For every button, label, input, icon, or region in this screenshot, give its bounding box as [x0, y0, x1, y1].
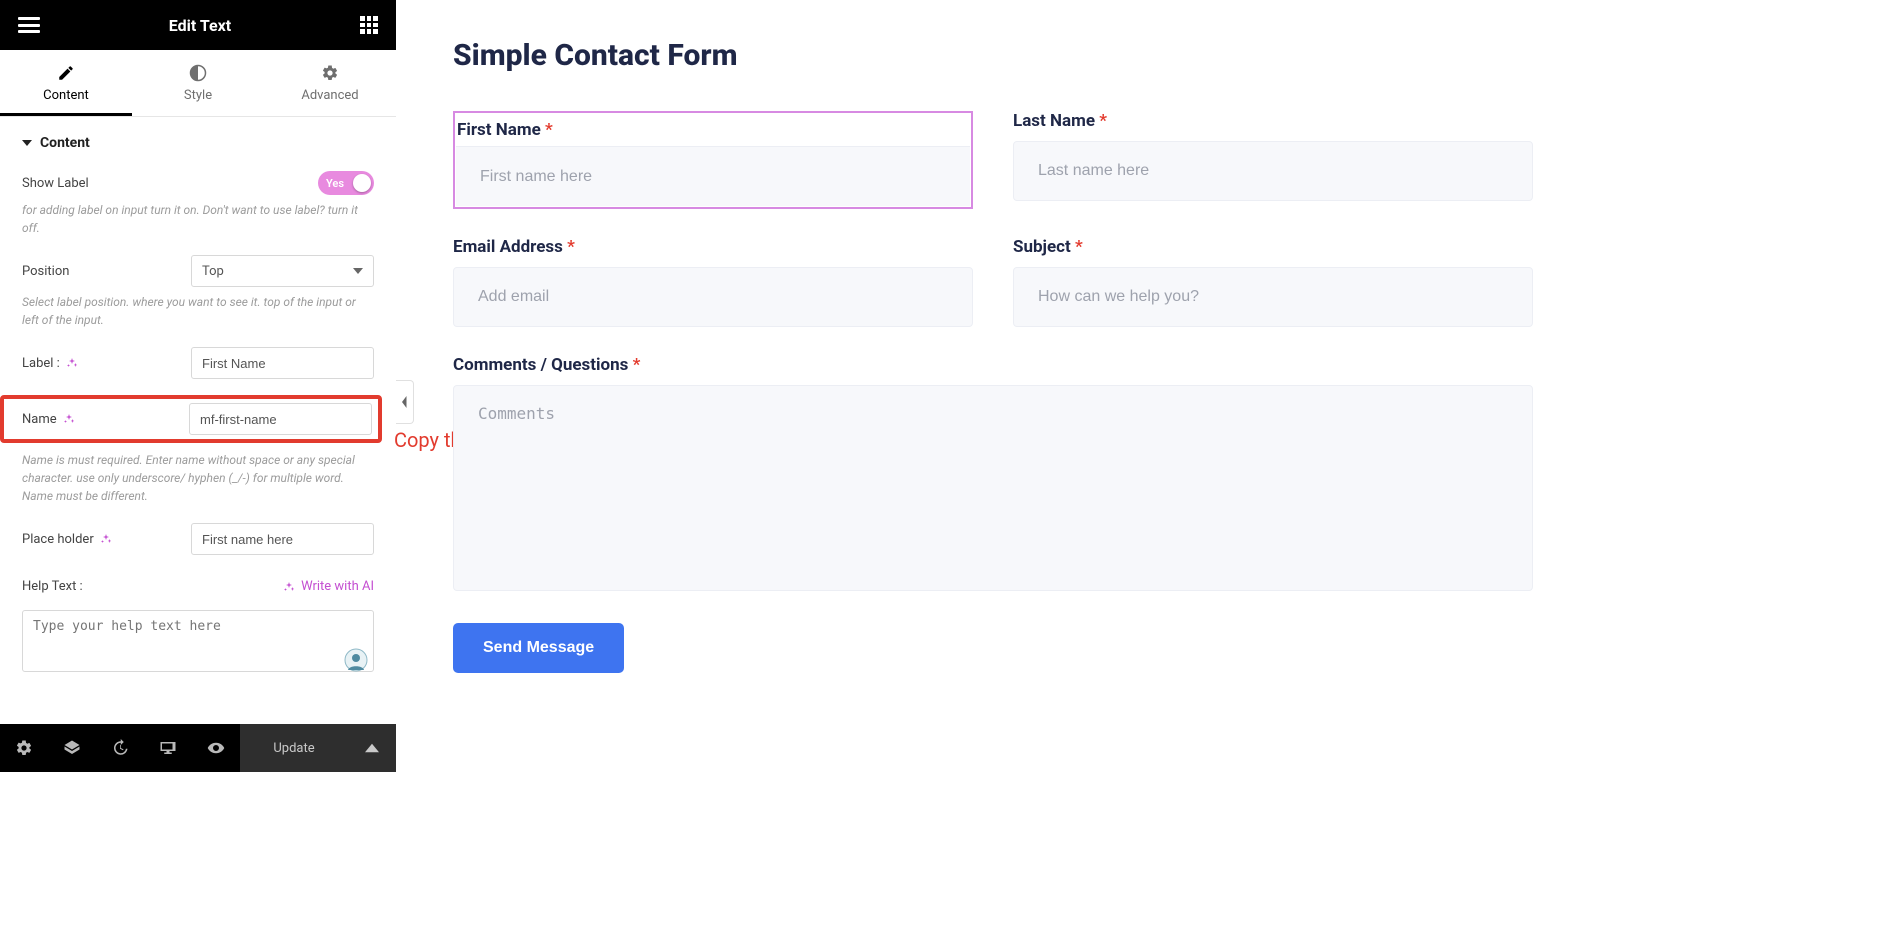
placeholder-field-label: Place holder	[22, 532, 112, 547]
position-label: Position	[22, 264, 69, 279]
footer-preview-button[interactable]	[192, 724, 240, 772]
footer-history-button[interactable]	[96, 724, 144, 772]
label-input[interactable]	[191, 347, 374, 379]
pencil-icon	[57, 64, 75, 82]
editor-footer: Update	[0, 724, 396, 772]
chevron-left-icon	[401, 396, 409, 408]
required-asterisk: *	[567, 237, 575, 257]
required-asterisk: *	[1075, 237, 1083, 257]
switch-yes-label: Yes	[326, 177, 344, 190]
tab-style[interactable]: Style	[132, 50, 264, 116]
required-asterisk: *	[545, 120, 553, 140]
first-name-label: First Name *	[454, 112, 972, 140]
editor-header: Edit Text	[0, 0, 396, 50]
footer-responsive-button[interactable]	[144, 724, 192, 772]
switch-knob	[353, 174, 371, 192]
sparkle-icon	[100, 533, 112, 545]
update-button-label: Update	[273, 741, 314, 756]
email-label: Email Address *	[453, 237, 973, 257]
subject-label: Subject *	[1013, 237, 1533, 257]
field-first-name[interactable]: First Name *	[453, 111, 973, 209]
required-asterisk: *	[1099, 111, 1107, 131]
editor-tabs: Content Style Advanced	[0, 50, 396, 117]
name-input[interactable]	[189, 403, 372, 435]
position-select[interactable]: Top	[191, 255, 374, 287]
comments-label-text: Comments / Questions	[453, 355, 628, 375]
collapse-panel-button[interactable]	[396, 380, 414, 424]
label-field-label-text: Label :	[22, 356, 60, 371]
tab-style-label: Style	[184, 88, 212, 103]
label-field-label: Label :	[22, 356, 78, 371]
submit-button-label: Send Message	[483, 639, 594, 656]
editor-panel: Edit Text Content Style Advanced Content…	[0, 0, 396, 774]
last-name-label-text: Last Name	[1013, 111, 1095, 131]
history-icon	[111, 739, 129, 757]
tab-content-label: Content	[43, 88, 89, 103]
email-label-text: Email Address	[453, 237, 563, 257]
field-last-name[interactable]: Last Name *	[1013, 111, 1533, 209]
last-name-label: Last Name *	[1013, 111, 1533, 131]
helptext-label: Help Text :	[22, 579, 83, 594]
position-help: Select label position. where you want to…	[22, 293, 374, 329]
field-email[interactable]: Email Address *	[453, 237, 973, 327]
tab-advanced-label: Advanced	[301, 88, 358, 103]
contrast-icon	[189, 64, 207, 82]
show-label-help: for adding label on input turn it on. Do…	[22, 201, 374, 237]
submit-button[interactable]: Send Message	[453, 623, 624, 673]
layers-icon	[63, 739, 81, 757]
show-label-switch[interactable]: Yes	[318, 171, 374, 195]
gear-icon	[321, 64, 339, 82]
first-name-label-text: First Name	[457, 120, 541, 140]
eye-icon	[207, 739, 225, 757]
update-button[interactable]: Update	[240, 724, 348, 772]
footer-layers-button[interactable]	[48, 724, 96, 772]
chevron-up-icon	[365, 741, 379, 755]
subject-label-text: Subject	[1013, 237, 1071, 257]
sparkle-icon	[283, 581, 295, 593]
required-asterisk: *	[633, 355, 641, 375]
name-row: Name	[0, 395, 382, 443]
assistant-badge-icon	[344, 648, 368, 672]
field-subject[interactable]: Subject *	[1013, 237, 1533, 327]
name-field-label: Name	[22, 412, 75, 427]
helptext-textarea[interactable]	[22, 610, 374, 672]
preview-canvas: Simple Contact Form First Name * Last Na…	[453, 38, 1533, 673]
section-content-label: Content	[40, 135, 90, 151]
form-title: Simple Contact Form	[453, 38, 1533, 73]
tab-advanced[interactable]: Advanced	[264, 50, 396, 116]
first-name-input[interactable]	[456, 146, 970, 206]
devices-icon	[159, 739, 177, 757]
footer-more-button[interactable]	[348, 724, 396, 772]
last-name-input[interactable]	[1013, 141, 1533, 201]
write-with-ai-label: Write with AI	[301, 579, 374, 594]
sparkle-icon	[63, 413, 75, 425]
show-label-label: Show Label	[22, 176, 89, 191]
gear-icon	[15, 739, 33, 757]
chevron-down-icon	[353, 266, 363, 276]
caret-down-icon	[22, 138, 32, 148]
name-help: Name is must required. Enter name withou…	[22, 451, 374, 505]
field-comments[interactable]: Comments / Questions *	[453, 355, 1533, 595]
placeholder-field-label-text: Place holder	[22, 532, 94, 547]
write-with-ai-button[interactable]: Write with AI	[283, 579, 374, 594]
footer-settings-button[interactable]	[0, 724, 48, 772]
comments-textarea[interactable]	[453, 385, 1533, 591]
apps-grid-icon[interactable]	[360, 16, 378, 34]
sparkle-icon	[66, 357, 78, 369]
hamburger-icon[interactable]	[18, 17, 40, 33]
subject-input[interactable]	[1013, 267, 1533, 327]
tab-content[interactable]: Content	[0, 50, 132, 116]
name-field-label-text: Name	[22, 412, 57, 427]
editor-title: Edit Text	[169, 16, 231, 35]
placeholder-input[interactable]	[191, 523, 374, 555]
editor-body[interactable]: Content Show Label Yes for adding label …	[0, 117, 396, 774]
position-value: Top	[202, 264, 224, 279]
form-grid: First Name * Last Name * Email Address *…	[453, 111, 1533, 595]
section-content-toggle[interactable]: Content	[22, 135, 374, 151]
email-input[interactable]	[453, 267, 973, 327]
comments-label: Comments / Questions *	[453, 355, 1533, 375]
